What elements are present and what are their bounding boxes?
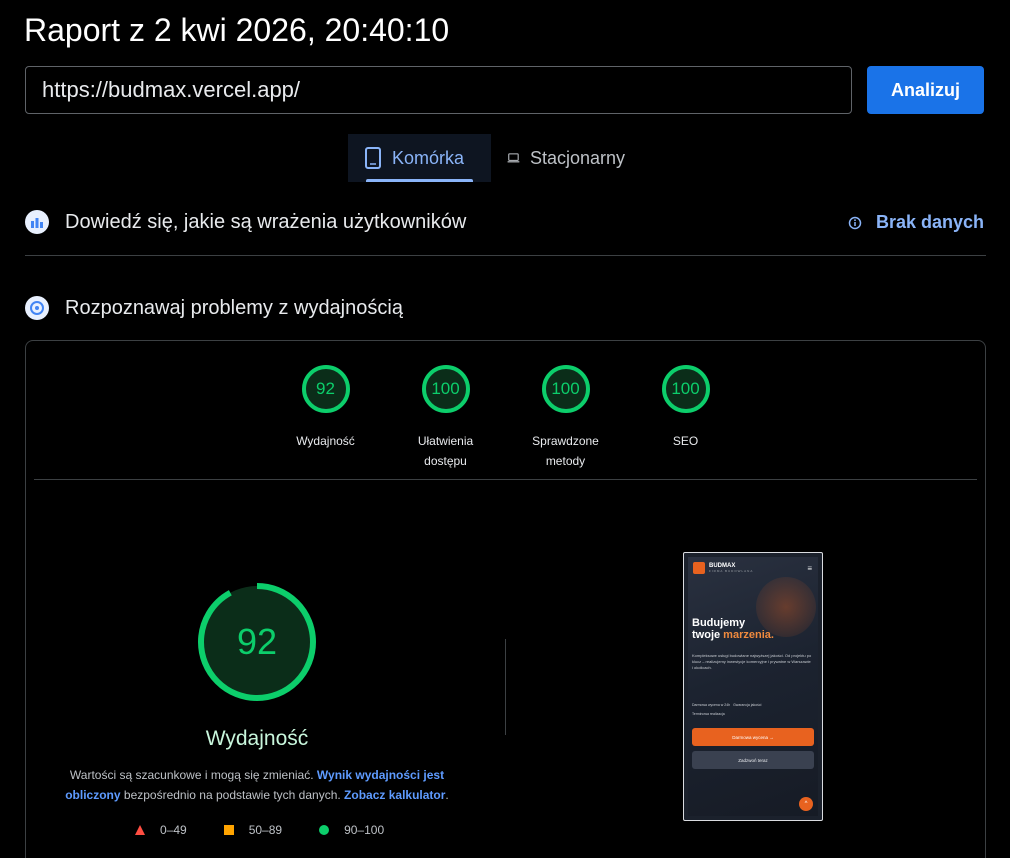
info-icon xyxy=(848,216,862,229)
preview-brand-sub: FIRMA BUDOWLANA xyxy=(709,569,754,573)
users-icon xyxy=(25,210,49,234)
preview-cta-quote: Darmowa wycena → xyxy=(692,728,814,746)
panel-divider xyxy=(34,479,977,480)
preview-headline-line1: Budujemy xyxy=(692,617,746,629)
legend-range: 90–100 xyxy=(344,823,385,837)
score-accessibility[interactable]: 100 Ułatwienia dostępu xyxy=(396,365,496,471)
score-performance[interactable]: 92 Wydajność xyxy=(276,365,376,471)
lab-results-panel: 92 Wydajność 100 Ułatwienia dostępu 100 … xyxy=(25,340,986,858)
tab-mobile-label: Komórka xyxy=(392,147,465,168)
preview-headline-line2a: twoje xyxy=(692,629,724,641)
note-text: Wartości są szacunkowe i mogą się zmieni… xyxy=(69,768,317,782)
performance-score: 92 xyxy=(236,621,278,662)
lab-data-title: Rozpoznawaj problemy z wydajnością xyxy=(65,296,403,319)
performance-label: Wydajność xyxy=(205,727,309,750)
report-title: Raport z 2 kwi 2026, 20:40:10 xyxy=(24,12,450,48)
tab-desktop-label: Stacjonarny xyxy=(529,147,625,168)
no-data-label: Brak danych xyxy=(875,212,984,232)
score-legend: 0–49 50–89 90–100 xyxy=(134,823,384,837)
preview-header: BUDMAX FIRMA BUDOWLANA xyxy=(693,562,753,574)
device-tabs: Komórka Stacjonarny xyxy=(348,134,641,182)
field-data-title: Dowiedź się, jakie są wrażenia użytkowni… xyxy=(65,210,467,233)
legend-average: 50–89 xyxy=(223,823,282,837)
score-note: Wartości są szacunkowe i mogą się zmieni… xyxy=(62,765,452,805)
preview-bullets: Darmowa wycena w 24h Gwarancja jakości T… xyxy=(692,701,761,719)
tab-desktop[interactable]: Stacjonarny xyxy=(491,134,641,182)
legend-good: 90–100 xyxy=(318,823,384,837)
preview-bullet: Terminowa realizacja xyxy=(692,712,725,716)
tab-mobile[interactable]: Komórka xyxy=(348,134,491,182)
circle-icon xyxy=(319,825,330,835)
score-best-practices[interactable]: 100 Sprawdzone metody xyxy=(516,365,616,471)
legend-range: 50–89 xyxy=(248,823,283,837)
score-seo[interactable]: 100 SEO xyxy=(636,365,736,471)
calculator-link[interactable]: Zobacz kalkulator xyxy=(344,788,445,802)
preview-bullet: Darmowa wycena w 24h xyxy=(692,703,731,707)
note-text: bezpośrednio na podstawie tych danych. xyxy=(120,788,345,802)
note-text: . xyxy=(445,788,449,802)
field-data-section-header: Dowiedź się, jakie są wrażenia użytkowni… xyxy=(25,210,466,234)
preview-logo-icon xyxy=(693,562,705,574)
hamburger-menu-icon: ≡ xyxy=(807,564,812,573)
preview-screen: BUDMAX FIRMA BUDOWLANA ≡ Budujemy twoje … xyxy=(688,557,818,816)
score-label: SEO xyxy=(672,434,699,448)
score-ring: 92 xyxy=(301,365,350,413)
phone-icon xyxy=(365,147,381,169)
score-label: Ułatwienia dostępu xyxy=(417,434,474,468)
legend-poor: 0–49 xyxy=(134,823,187,837)
score-ring: 100 xyxy=(421,365,470,413)
analyze-button[interactable]: Analizuj xyxy=(867,66,984,114)
gauge-icon xyxy=(25,296,49,320)
page-screenshot-preview: BUDMAX FIRMA BUDOWLANA ≡ Budujemy twoje … xyxy=(683,552,823,821)
section-divider xyxy=(25,255,986,256)
lab-data-section-header: Rozpoznawaj problemy z wydajnością xyxy=(25,296,403,320)
laptop-icon xyxy=(507,153,520,163)
triangle-icon xyxy=(135,825,145,835)
preview-headline-accent: marzenia. xyxy=(723,629,774,641)
square-icon xyxy=(223,825,234,835)
score-ring: 100 xyxy=(541,365,590,413)
score-label: Sprawdzone metody xyxy=(532,434,599,468)
vertical-divider xyxy=(505,639,506,735)
preview-headline: Budujemy twoje marzenia. xyxy=(692,617,774,641)
score-gauges: 92 Wydajność 100 Ułatwienia dostępu 100 … xyxy=(26,365,985,471)
score-ring: 100 xyxy=(661,365,710,413)
url-input[interactable] xyxy=(25,66,852,114)
preview-cta-call: Zadzwoń teraz xyxy=(692,751,814,769)
preview-scroll-up-icon: ^ xyxy=(799,797,813,811)
preview-bullet: Gwarancja jakości xyxy=(733,703,762,707)
score-label: Wydajność xyxy=(296,434,355,448)
legend-range: 0–49 xyxy=(160,823,187,837)
no-data-indicator[interactable]: Brak danych xyxy=(848,212,984,233)
preview-body: Kompleksowe usługi budowlane najwyższej … xyxy=(692,653,812,670)
